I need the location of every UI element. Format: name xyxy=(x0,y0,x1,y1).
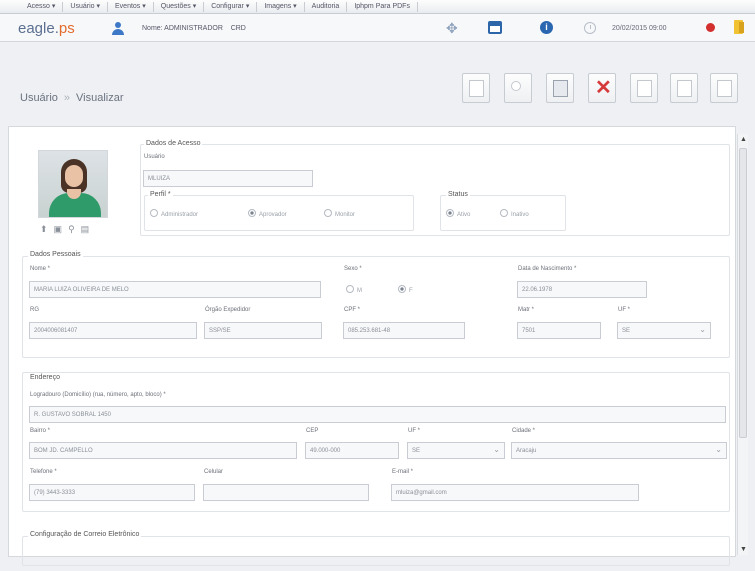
city-select[interactable]: Aracaju xyxy=(511,442,727,459)
datetime: 20/02/2015 09:00 xyxy=(612,25,667,32)
edit-icon xyxy=(637,80,652,97)
camera-icon[interactable]: ▣ xyxy=(54,224,63,235)
district-field[interactable]: BOM JD. CAMPELLO xyxy=(29,442,297,459)
save-button[interactable] xyxy=(546,73,574,103)
street-field[interactable]: R. GUSTAVO SOBRAL 1450 xyxy=(29,406,726,423)
mobile-field[interactable] xyxy=(203,484,369,501)
email-field[interactable]: mluiza@gmail.com xyxy=(391,484,639,501)
menu-item-questoes[interactable]: Questões ▾ xyxy=(154,1,205,12)
street-label: Logradouro (Domicílio) (rua, número, apt… xyxy=(30,392,166,398)
status-radio-inativo[interactable]: Inativo xyxy=(500,209,529,218)
report-icon xyxy=(717,80,732,97)
menu-item-auditoria[interactable]: Auditoria xyxy=(305,1,348,12)
city-label: Cidade * xyxy=(512,428,536,434)
profile-label: Perfil * xyxy=(148,191,173,198)
window-icon[interactable] xyxy=(488,21,502,34)
menu-item-imagens[interactable]: Imagens ▾ xyxy=(257,1,305,12)
access-title: Dados de Acesso xyxy=(144,140,203,147)
addr-uf-select[interactable]: SE xyxy=(407,442,505,459)
cep-label: CEP xyxy=(306,428,319,434)
issuer-label: Órgão Expedidor xyxy=(205,307,251,313)
exit-icon[interactable] xyxy=(734,20,744,34)
status-radio-ativo[interactable]: Ativo xyxy=(446,209,470,218)
issuer-field[interactable]: SSP/SE xyxy=(204,322,322,339)
name-label: Nome * xyxy=(30,266,51,272)
info-icon[interactable]: i xyxy=(540,21,553,34)
cep-field[interactable]: 49.000-000 xyxy=(305,442,399,459)
uf-label: UF * xyxy=(618,307,630,313)
sex-radio-f[interactable]: F xyxy=(398,285,413,294)
delete-icon: ✕ xyxy=(595,77,612,99)
scrollbar[interactable]: ▲ ▼ xyxy=(737,134,748,555)
user-info: Nome: ADMINISTRADOR CRD xyxy=(142,25,246,32)
email-label: E-mail * xyxy=(392,469,414,475)
username-label: Usuário xyxy=(144,154,165,160)
profile-radio-monitor[interactable]: Monitor xyxy=(324,209,355,218)
search-icon xyxy=(511,81,521,91)
new-button[interactable] xyxy=(462,73,490,103)
menu-item-configurar[interactable]: Configurar ▾ xyxy=(204,1,258,12)
expand-icon[interactable]: ✥ xyxy=(446,21,460,35)
logo: eagle.ps xyxy=(18,20,75,37)
personal-title: Dados Pessoais xyxy=(28,251,83,258)
sex-radio-m[interactable]: M xyxy=(346,285,362,294)
menu-item-eventos[interactable]: Eventos ▾ xyxy=(108,1,154,12)
print-button[interactable] xyxy=(670,73,698,103)
rg-label: RG xyxy=(30,307,39,313)
mobile-label: Celular xyxy=(204,469,224,475)
district-label: Bairro * xyxy=(30,428,51,434)
sex-label: Sexo * xyxy=(344,266,362,272)
power-icon[interactable] xyxy=(706,23,715,32)
rg-field[interactable]: 2004006081407 xyxy=(29,322,197,339)
user-icon xyxy=(112,22,124,35)
cpf-field[interactable]: 085.253.681-48 xyxy=(343,322,465,339)
profile-radio-admin[interactable]: Administrador xyxy=(150,209,198,218)
email-config-section xyxy=(22,536,730,566)
print-icon xyxy=(677,80,692,97)
cpf-label: CPF * xyxy=(344,307,361,313)
search-button[interactable] xyxy=(504,73,532,103)
zoom-icon[interactable]: ⚲ xyxy=(68,224,75,235)
uf-select[interactable]: SE xyxy=(617,322,711,339)
app-header: eagle.ps Nome: ADMINISTRADOR CRD ✥ i 20/… xyxy=(0,14,755,42)
mat-field[interactable]: 7501 xyxy=(517,322,601,339)
birth-field[interactable]: 22.06.1978 xyxy=(517,281,647,298)
report-button[interactable] xyxy=(710,73,738,103)
user-photo xyxy=(38,150,108,218)
username-field[interactable]: MLUIZA xyxy=(143,170,313,187)
name-field[interactable]: MARIA LUIZA OLIVEIRA DE MELO xyxy=(29,281,321,298)
edit-button[interactable] xyxy=(630,73,658,103)
breadcrumb-current: Visualizar xyxy=(76,92,124,104)
phone-label: Telefone * xyxy=(30,469,57,475)
email-config-title: Configuração de Correio Eletrônico xyxy=(28,531,142,538)
status-label: Status xyxy=(446,191,470,198)
breadcrumb: Usuário» Visualizar xyxy=(20,92,124,104)
breadcrumb-root[interactable]: Usuário xyxy=(20,92,58,104)
photo-tools: ⬆ ▣ ⚲ ▤ xyxy=(40,224,89,235)
address-title: Endereço xyxy=(28,374,62,381)
delete-button[interactable]: ✕ xyxy=(588,73,616,103)
new-icon xyxy=(469,80,484,97)
remove-photo-icon[interactable]: ▤ xyxy=(81,224,90,235)
profile-radio-aprovador[interactable]: Aprovador xyxy=(248,209,287,218)
save-icon xyxy=(553,80,568,97)
menu-item-pdf[interactable]: Iphpm Para PDFs xyxy=(347,1,418,12)
menu-item-acesso[interactable]: Acesso ▾ xyxy=(20,1,64,12)
top-menu-bar: Acesso ▾ Usuário ▾ Eventos ▾ Questões ▾ … xyxy=(0,0,755,14)
clock-icon xyxy=(584,22,596,34)
phone-field[interactable]: (79) 3443-3333 xyxy=(29,484,195,501)
mat-label: Matr * xyxy=(518,307,535,313)
menu-item-usuario[interactable]: Usuário ▾ xyxy=(63,1,109,12)
birth-label: Data de Nascimento * xyxy=(518,266,577,272)
upload-icon[interactable]: ⬆ xyxy=(40,224,48,235)
addr-uf-label: UF * xyxy=(408,428,420,434)
